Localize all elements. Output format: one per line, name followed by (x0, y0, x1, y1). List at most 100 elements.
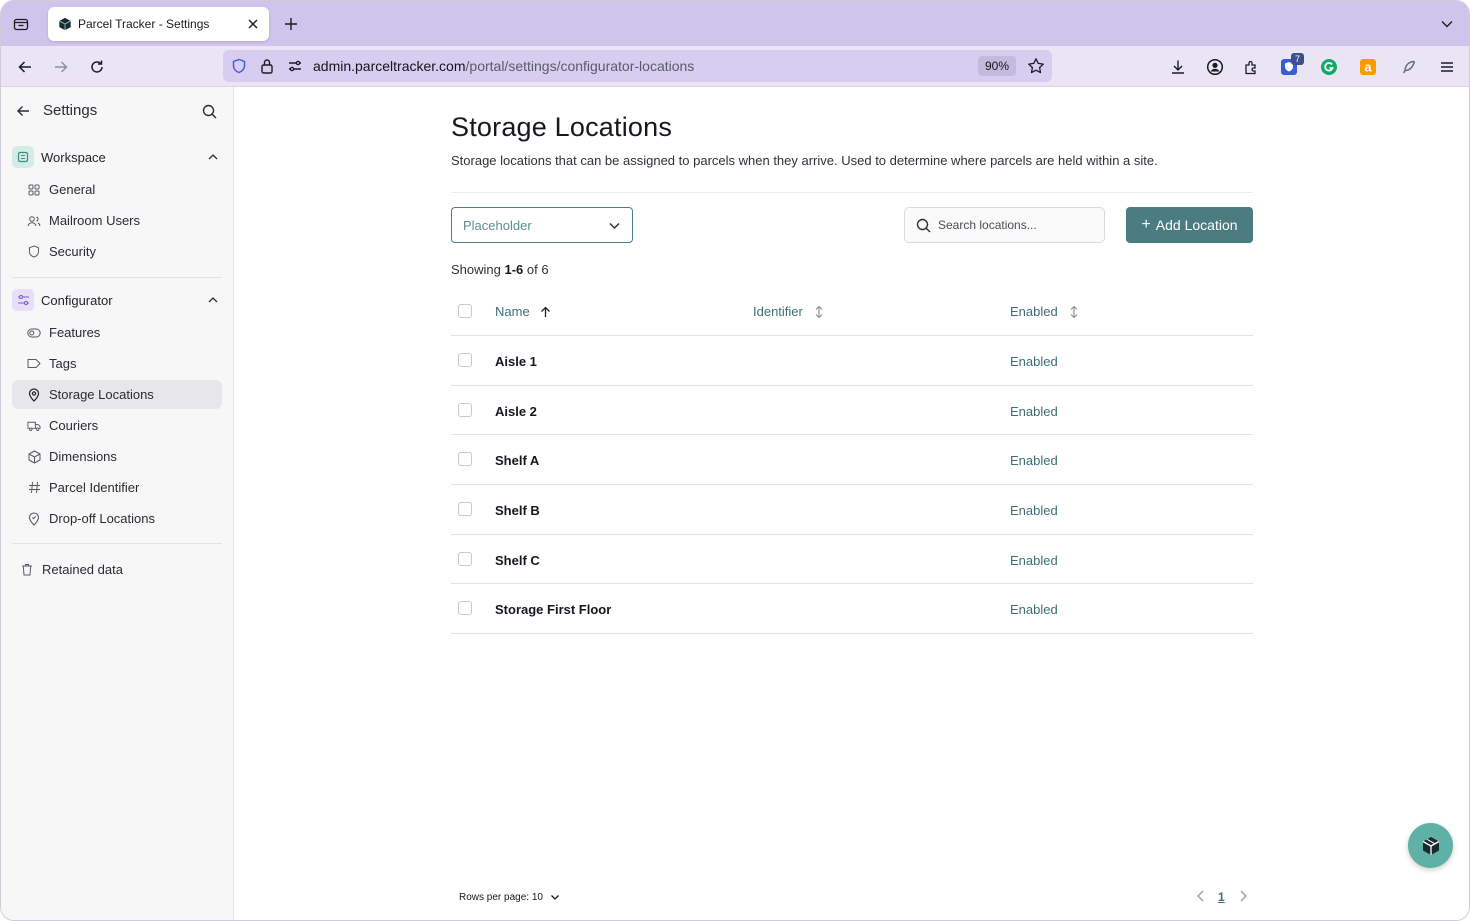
cell-name: Shelf B (495, 503, 540, 519)
sidebar-item-retained-data[interactable]: Retained data (12, 555, 222, 584)
sidebar-item-storage-locations[interactable]: Storage Locations (12, 380, 222, 409)
search-input[interactable] (938, 218, 1088, 232)
reload-icon[interactable] (85, 55, 109, 79)
column-header-enabled[interactable]: Enabled (1010, 304, 1081, 319)
column-header-label: Enabled (1010, 304, 1058, 319)
sidebar-item-drop-off-locations[interactable]: Drop-off Locations (12, 504, 222, 533)
tab-strip: Parcel Tracker - Settings (1, 1, 1469, 46)
sidebar-item-mailroom-users[interactable]: Mailroom Users (12, 206, 222, 235)
filter-select[interactable]: Placeholder (451, 207, 633, 243)
sidebar-item-general[interactable]: General (12, 175, 222, 204)
row-checkbox[interactable] (458, 601, 472, 616)
close-tab-icon[interactable] (242, 13, 264, 35)
bookmark-star-icon[interactable] (1026, 56, 1046, 76)
tracking-protection-shield-icon[interactable] (230, 57, 248, 75)
url-text[interactable]: admin.parceltracker.com/portal/settings/… (313, 58, 694, 74)
chevron-up-icon[interactable] (205, 149, 221, 165)
group-label-configurator: Configurator (41, 292, 113, 308)
add-location-button[interactable]: + Add Location (1126, 207, 1253, 243)
back-icon[interactable] (13, 55, 37, 79)
sidebar-item-couriers[interactable]: Couriers (12, 411, 222, 440)
url-host: admin.parceltracker.com (313, 58, 466, 74)
sidebar-group-configurator[interactable]: Configurator (12, 287, 223, 313)
sort-toggle-icon[interactable] (812, 305, 826, 319)
chevron-up-icon[interactable] (205, 292, 221, 308)
row-checkbox[interactable] (458, 402, 472, 417)
app-menu-icon[interactable] (1435, 55, 1459, 79)
sidebar-item-security[interactable]: Security (12, 237, 222, 266)
next-page-icon[interactable] (1235, 888, 1251, 904)
sidebar-item-label: Dimensions (49, 449, 117, 464)
group-label-workspace: Workspace (41, 149, 106, 165)
new-tab-icon[interactable] (281, 14, 301, 34)
browser-window: Parcel Tracker - Settings admin.parceltr… (0, 0, 1470, 921)
shield-extension-icon[interactable]: 7 (1277, 53, 1304, 79)
row-checkbox[interactable] (458, 353, 472, 367)
sidebar-item-dimensions[interactable]: Dimensions (12, 442, 222, 471)
column-header-label: Identifier (753, 304, 803, 319)
search-box[interactable] (904, 207, 1105, 243)
table-row[interactable]: Shelf C Enabled (451, 535, 1253, 585)
hash-icon (27, 481, 41, 495)
downloads-icon[interactable] (1166, 55, 1190, 79)
sidebar-group-workspace[interactable]: Workspace (12, 144, 223, 170)
location-pin-icon (27, 511, 41, 526)
sidebar-item-label: Couriers (49, 418, 99, 433)
svg-text:a: a (1364, 60, 1372, 75)
select-all-checkbox[interactable] (458, 304, 472, 318)
zoom-level-badge[interactable]: 90% (978, 56, 1016, 76)
search-icon[interactable] (199, 101, 219, 121)
column-header-identifier[interactable]: Identifier (753, 304, 826, 319)
sidebar-item-label: Retained data (42, 562, 123, 577)
sidebar-divider (12, 277, 222, 278)
select-value: Placeholder (463, 217, 532, 233)
plus-icon: + (1141, 216, 1151, 233)
page-number[interactable]: 1 (1218, 890, 1225, 904)
table-row[interactable]: Shelf B Enabled (451, 485, 1253, 535)
help-widget-button[interactable] (1408, 823, 1453, 868)
settings-sidebar: Settings Workspace General Mailroom User… (1, 87, 234, 920)
extensions-icon[interactable] (1239, 55, 1263, 79)
sidebar-item-features[interactable]: Features (12, 318, 222, 347)
amazon-assistant-icon[interactable]: a (1356, 55, 1380, 79)
tag-icon (27, 357, 41, 371)
box-icon (27, 450, 41, 464)
previous-page-icon[interactable] (1193, 888, 1209, 904)
sidebar-item-label: Storage Locations (49, 387, 154, 402)
forward-icon[interactable] (49, 55, 73, 79)
permissions-icon[interactable] (286, 57, 304, 75)
lock-icon[interactable] (258, 57, 276, 75)
tab-list-icon[interactable] (11, 14, 31, 34)
sort-toggle-icon[interactable] (1067, 305, 1081, 319)
table-row[interactable]: Shelf A Enabled (451, 435, 1253, 486)
sort-ascending-icon[interactable] (539, 305, 553, 319)
active-tab[interactable]: Parcel Tracker - Settings (48, 7, 269, 41)
url-bar[interactable]: admin.parceltracker.com/portal/settings/… (223, 50, 1052, 82)
table-row[interactable]: Aisle 1 Enabled (451, 336, 1253, 386)
row-checkbox[interactable] (458, 452, 472, 467)
cell-name: Shelf C (495, 552, 540, 568)
sidebar-item-parcel-identifier[interactable]: Parcel Identifier (12, 473, 222, 502)
url-path: /portal/settings/configurator-locations (465, 58, 695, 74)
column-header-name[interactable]: Name (495, 304, 553, 319)
back-arrow-icon[interactable] (13, 101, 33, 121)
page-description: Storage locations that can be assigned t… (451, 153, 1158, 168)
row-checkbox[interactable] (458, 551, 472, 566)
users-icon (27, 214, 41, 228)
table-row[interactable]: Aisle 2 Enabled (451, 386, 1253, 436)
sidebar-header: Settings (1, 87, 233, 135)
grammarly-icon[interactable] (1317, 55, 1341, 79)
account-icon[interactable] (1203, 55, 1227, 79)
cell-enabled: Enabled (1010, 552, 1058, 568)
feather-extension-icon[interactable] (1397, 55, 1421, 79)
table-row[interactable]: Storage First Floor Enabled (451, 584, 1253, 635)
rows-per-page-select[interactable]: Rows per page: 10 (459, 891, 561, 903)
toggle-icon (27, 326, 41, 340)
row-checkbox[interactable] (458, 502, 472, 517)
list-all-tabs-icon[interactable] (1437, 14, 1457, 34)
sidebar-item-label: Parcel Identifier (49, 480, 140, 495)
cell-name: Aisle 2 (495, 403, 537, 419)
tab-title: Parcel Tracker - Settings (78, 17, 210, 31)
parcel-favicon-icon (59, 17, 71, 31)
sidebar-item-tags[interactable]: Tags (12, 349, 222, 378)
